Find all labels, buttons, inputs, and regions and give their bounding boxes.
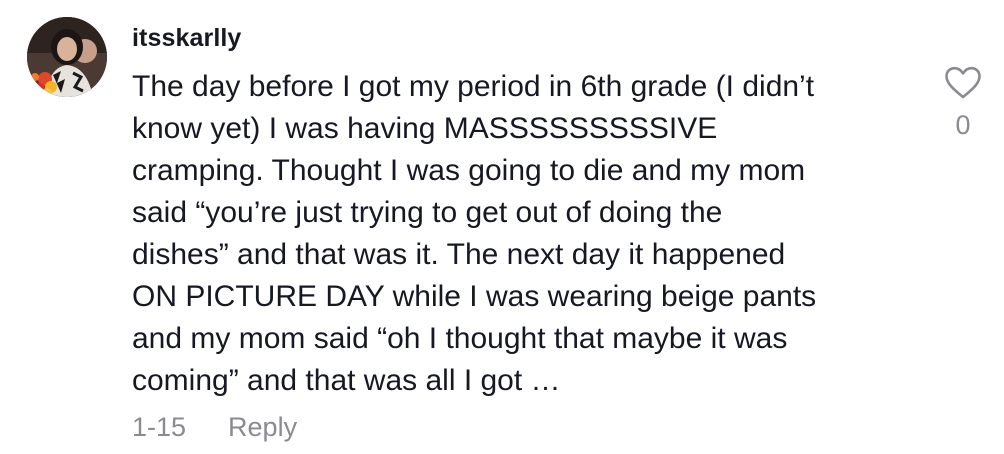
comment-text-line: know yet) I was having MASSSSSSSSSIVE — [132, 112, 718, 145]
heart-outline-icon — [945, 66, 981, 99]
comment-text-line: and my mom said “oh I thought that maybe… — [132, 322, 788, 355]
comment-text-line: coming” and that was all I got … — [132, 364, 561, 397]
comment-text-line: cramping. Thought I was going to die and… — [132, 154, 806, 187]
comment-text-line: dishes” and that was it. The next day it… — [132, 238, 786, 271]
like-count: 0 — [955, 110, 971, 140]
like-button[interactable]: 0 — [938, 66, 988, 140]
avatar[interactable] — [27, 17, 107, 97]
comment-body: itsskarlly The day before I got my perio… — [132, 22, 912, 402]
timestamp: 1-15 — [132, 412, 187, 442]
username[interactable]: itsskarlly — [132, 22, 912, 54]
comment-text-line: ON PICTURE DAY while I was wearing beige… — [132, 280, 817, 313]
comment-text: The day before I got my period in 6th gr… — [132, 66, 912, 402]
comment-meta: 1-15 Reply — [132, 409, 297, 445]
reply-button[interactable]: Reply — [228, 409, 297, 445]
comment-text-line: said “you’re just trying to get out of d… — [132, 196, 723, 229]
avatar-photo — [27, 17, 107, 97]
comment-text-line: The day before I got my period in 6th gr… — [132, 70, 815, 103]
comment-item: itsskarlly The day before I got my perio… — [0, 0, 1004, 454]
